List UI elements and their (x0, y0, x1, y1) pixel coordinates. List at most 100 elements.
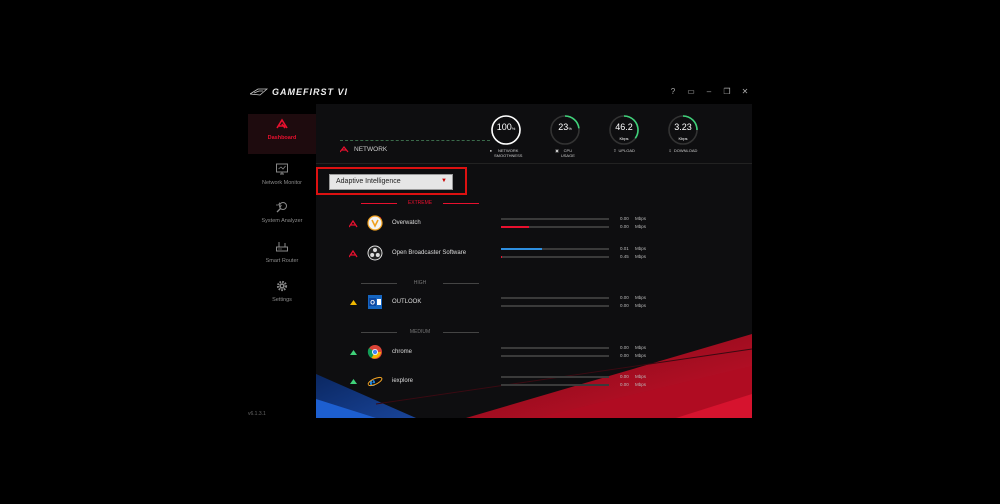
download-bar (501, 226, 609, 228)
dashboard-panel: NETWORK 100% ● NETWORK SMOOTHNESS 23% ▣ C… (316, 104, 752, 418)
app-name: chrome (392, 349, 413, 355)
rog-eye-icon (250, 88, 268, 96)
gauge-unit: Kbps (678, 136, 688, 141)
section-header-extreme: EXTREME (361, 199, 479, 207)
download-icon: ⇩ (668, 148, 672, 153)
list-item[interactable]: Overwatch 0.00 Mbps 0.00 Mbps (349, 212, 679, 236)
sidebar: Dashboard Network Monitor System Analyze… (248, 104, 316, 418)
upload-bar (501, 297, 609, 299)
network-label-text: NETWORK (354, 146, 388, 153)
unit-label: Mbps (635, 382, 647, 387)
title-bar: GAMEFIRST VI ? ▭ – ❐ ✕ (248, 80, 752, 104)
cpu-icon: ▣ (555, 148, 559, 153)
app-window: GAMEFIRST VI ? ▭ – ❐ ✕ Dashboard Network… (248, 80, 752, 418)
dashboard-icon (276, 118, 288, 129)
gauge-label: DOWNLOAD (673, 148, 698, 153)
unit-label: Mbps (635, 353, 647, 358)
internet-explorer-icon: e (367, 374, 383, 389)
sidebar-item-label: Dashboard (267, 135, 297, 141)
gear-icon (276, 280, 288, 292)
obs-icon (367, 245, 383, 261)
network-graph-line (340, 140, 490, 141)
gauge-unit: Kbps (619, 136, 629, 141)
unit-label: Mbps (635, 216, 647, 221)
download-value: 0.00 (620, 303, 629, 308)
list-item[interactable]: O OUTLOOK 0.00 Mbps 0.00 Mbps (349, 291, 679, 315)
gauge-unit: % (568, 126, 572, 131)
sidebar-item-smart-router[interactable]: Smart Router (248, 237, 316, 277)
header-divider (316, 163, 752, 164)
app-name: Open Broadcaster Software (392, 250, 467, 256)
mode-dropdown[interactable]: Adaptive Intelligence ▼ (329, 174, 453, 190)
window-controls: ? ▭ – ❐ ✕ (666, 86, 752, 98)
svg-text:O: O (370, 301, 375, 307)
priority-high-icon[interactable] (349, 298, 358, 307)
sidebar-item-system-analyzer[interactable]: System Analyzer (248, 197, 316, 237)
priority-medium-icon[interactable] (349, 377, 358, 386)
unit-label: Mbps (635, 374, 647, 379)
gauge-network-smoothness: 100% ● NETWORK SMOOTHNESS (484, 114, 528, 158)
gauge-label: UPLOAD (618, 148, 635, 153)
close-button[interactable]: ✕ (738, 86, 752, 98)
sidebar-item-dashboard[interactable]: Dashboard (248, 114, 316, 154)
sidebar-item-settings[interactable]: Settings (248, 276, 316, 316)
priority-medium-icon[interactable] (349, 348, 358, 357)
list-item[interactable]: chrome 0.00 Mbps 0.00 Mbps (349, 341, 679, 365)
unit-label: Mbps (635, 295, 647, 300)
section-header-medium: MEDIUM (361, 328, 479, 336)
overwatch-icon (367, 215, 383, 231)
unit-label: Mbps (635, 254, 647, 259)
gauge-download: 3.23 Kbps ⇩ DOWNLOAD (661, 114, 705, 153)
gauge-value: 100 (496, 122, 512, 132)
monitor-icon (276, 163, 288, 175)
priority-extreme-icon[interactable] (349, 219, 358, 228)
outlook-icon: O (368, 295, 382, 309)
download-bar (501, 256, 609, 258)
chrome-icon (367, 345, 382, 359)
gauge-cpu-usage: 23% ▣ CPU USAGE (543, 114, 587, 158)
download-value: 0.00 (620, 224, 629, 229)
sidebar-item-network-monitor[interactable]: Network Monitor (248, 159, 316, 199)
download-bar (501, 305, 609, 307)
analyzer-icon (276, 201, 287, 213)
unit-label: Mbps (635, 303, 647, 308)
app-name: Overwatch (392, 220, 421, 226)
upload-value: 0.00 (620, 345, 629, 350)
app-logo: GAMEFIRST VI (250, 87, 348, 97)
list-item[interactable]: Open Broadcaster Software 0.01 Mbps 0.45… (349, 242, 679, 266)
network-label: NETWORK (340, 146, 387, 153)
gauge-upload: 46.2 Kbps ⇧ UPLOAD (602, 114, 646, 153)
download-value: 0.45 (620, 254, 629, 259)
gauge-value: 3.23 (674, 122, 692, 132)
upload-bar (501, 218, 609, 220)
download-bar (501, 384, 609, 386)
gauge-value: 23 (558, 122, 569, 132)
upload-bar (501, 376, 609, 378)
sidebar-item-label: Smart Router (265, 258, 299, 264)
unit-label: Mbps (635, 345, 647, 350)
priority-extreme-icon[interactable] (349, 249, 358, 258)
upload-value: 0.00 (620, 374, 629, 379)
gauge-label: USAGE (560, 153, 575, 158)
app-name: OUTLOOK (392, 299, 422, 305)
network-icon (340, 146, 349, 153)
list-item[interactable]: e iexplore 0.00 Mbps 0.00 Mbps (349, 370, 679, 394)
gauge-unit: % (511, 126, 516, 131)
person-icon: ● (489, 148, 492, 153)
app-title: GAMEFIRST VI (272, 87, 349, 97)
app-name: iexplore (392, 378, 414, 384)
download-value: 0.00 (620, 382, 629, 387)
unit-label: Mbps (635, 246, 647, 251)
svg-text:e: e (370, 374, 376, 389)
router-icon (276, 242, 288, 252)
upload-bar (501, 347, 609, 349)
upload-bar (501, 248, 609, 250)
chevron-down-icon: ▼ (441, 178, 447, 184)
help-button[interactable]: ? (666, 86, 680, 98)
minimize-button[interactable]: – (702, 86, 716, 98)
sidebar-item-label: System Analyzer (261, 218, 303, 224)
upload-value: 0.01 (620, 246, 629, 251)
download-value: 0.00 (620, 353, 629, 358)
maximize-button[interactable]: ❐ (720, 86, 734, 98)
minimize-to-tray-button[interactable]: ▭ (684, 86, 698, 98)
